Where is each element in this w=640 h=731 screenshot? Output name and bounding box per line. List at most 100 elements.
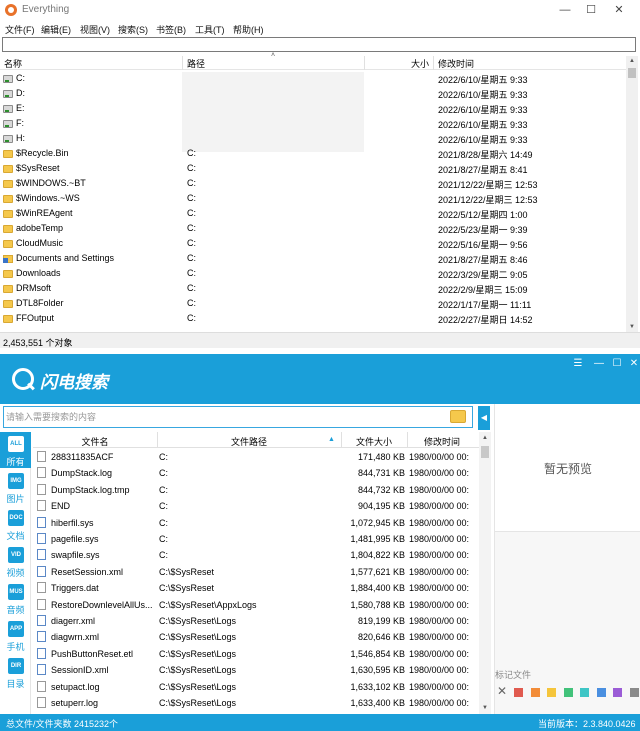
col-name[interactable]: 名称 [4, 57, 22, 70]
table-row[interactable]: setuperr.log C:\$SysReset\Logs 1,633,400 K… [33, 695, 479, 711]
menu-view[interactable]: 视图(V) [80, 23, 110, 36]
item-name: C: [16, 73, 25, 83]
maximize-icon[interactable]: ☐ [576, 2, 606, 18]
list-item[interactable]: DRMsoft C: 2022/2/9/星期三 15:09 [0, 282, 626, 297]
tag-color-1[interactable] [530, 688, 540, 697]
file-icon [37, 451, 46, 462]
file-name: hiberfil.sys [51, 517, 94, 528]
list-item[interactable]: $Recycle.Bin C: 2021/8/28/星期六 14:49 [0, 147, 626, 162]
menu-edit[interactable]: 编辑(E) [41, 23, 71, 36]
file-icon [37, 500, 46, 512]
scroll-thumb[interactable] [481, 446, 489, 458]
menu-help[interactable]: 帮助(H) [233, 23, 264, 36]
item-path: C: [187, 313, 196, 323]
table-row[interactable]: DumpStack.log.tmp C: 844,732 KB 1980/00/00 … [33, 482, 479, 498]
list-item[interactable]: adobeTemp C: 2022/5/23/星期一 9:39 [0, 222, 626, 237]
table-row[interactable]: 288311835ACF C: 171,480 KB 1980/00/00 00: [33, 449, 479, 465]
item-name: $Recycle.Bin [16, 148, 69, 158]
list-item[interactable]: DTL8Folder C: 2022/1/17/星期一 11:11 [0, 297, 626, 312]
table-row[interactable]: PushButtonReset.etl C:\$SysReset\Logs 1,54… [33, 646, 479, 662]
list-item[interactable]: H: 2022/6/10/星期五 9:33 [0, 132, 626, 147]
file-path: C:\$SysReset\Logs [159, 616, 237, 626]
folder-icon[interactable] [450, 410, 466, 423]
everything-logo-icon [5, 4, 17, 16]
scroll-down-icon[interactable]: ▼ [626, 322, 638, 332]
table-row[interactable]: RestoreDownlevelAllUs... C:\$SysReset\App… [33, 597, 479, 613]
list-item[interactable]: C: 2022/6/10/星期五 9:33 [0, 72, 626, 87]
maximize-icon[interactable]: ☐ [609, 358, 625, 372]
category-all[interactable]: ALL 所有 [0, 432, 31, 468]
list-item[interactable]: $WinREAgent C: 2022/5/12/星期四 1:00 [0, 207, 626, 222]
close-icon[interactable]: ✕ [604, 2, 634, 18]
file-name: SessionID.xml [51, 665, 109, 676]
tag-color-6[interactable] [613, 688, 622, 697]
list-item[interactable]: $WINDOWS.~BT C: 2021/12/22/星期三 12:53 [0, 177, 626, 192]
tag-color-3[interactable] [563, 688, 573, 697]
category-vid[interactable]: VID 视频 [0, 543, 31, 579]
table-row[interactable]: diagerr.xml C:\$SysReset\Logs 819,199 KB 19… [33, 613, 479, 629]
file-modified: 1980/00/00 00: [409, 534, 470, 544]
category-doc[interactable]: DOC 文档 [0, 506, 31, 542]
total-count: 总文件/文件夹数 2415232个 [6, 719, 119, 729]
tag-color-2[interactable] [547, 688, 556, 697]
tag-color-4[interactable] [580, 688, 589, 697]
list-item[interactable]: E: 2022/6/10/星期五 9:33 [0, 102, 626, 117]
scroll-up-icon[interactable]: ▲ [626, 56, 638, 66]
close-icon[interactable]: ✕ [626, 358, 640, 372]
list-item[interactable]: FFOutput C: 2022/2/27/星期日 14:52 [0, 312, 626, 327]
tag-color-0[interactable] [514, 688, 523, 697]
col-path[interactable]: 路径 [187, 57, 205, 70]
window-title: Everything [22, 4, 70, 15]
col-filesize[interactable]: 文件大小 [341, 435, 407, 448]
list-item[interactable]: Documents and Settings C: 2021/8/27/星期五 8:… [0, 252, 626, 267]
menu-file[interactable]: 文件(F) [5, 23, 35, 36]
menu-bookmarks[interactable]: 书签(B) [156, 23, 186, 36]
table-row[interactable]: Triggers.dat C:\$SysReset 1,884,400 KB 1980… [33, 580, 479, 596]
tag-color-5[interactable] [596, 688, 606, 697]
list-item[interactable]: D: 2022/6/10/星期五 9:33 [0, 87, 626, 102]
category-img[interactable]: IMG 图片 [0, 469, 31, 505]
table-row[interactable]: END C: 904,195 KB 1980/00/00 00: [33, 498, 479, 514]
table-row[interactable]: DumpStack.log C: 844,731 KB 1980/00/00 00: [33, 465, 479, 481]
scroll-thumb[interactable] [628, 68, 636, 78]
search-input[interactable] [2, 37, 636, 52]
table-row[interactable]: ResetSession.xml C:\$SysReset 1,577,621 KB… [33, 564, 479, 580]
clear-mark-icon[interactable]: ✕ [497, 684, 507, 698]
file-name: DumpStack.log.tmp [51, 484, 130, 495]
category-mus[interactable]: MUS 音频 [0, 580, 31, 616]
list-item[interactable]: F: 2022/6/10/星期五 9:33 [0, 117, 626, 132]
col-modified[interactable]: 修改时间 [407, 435, 477, 448]
file-size: 904,195 KB [357, 501, 405, 512]
menu-icon[interactable]: ☰ [570, 358, 586, 372]
col-modified[interactable]: 修改时间 [438, 57, 474, 70]
category-dir[interactable]: DIR 目录 [0, 654, 31, 690]
col-filename[interactable]: 文件名 [33, 435, 157, 448]
scroll-down-icon[interactable]: ▼ [479, 702, 491, 714]
file-path: C:\$SysReset\AppxLogs [159, 599, 257, 610]
table-row[interactable]: SessionID.xml C:\$SysReset\Logs 1,630,595 … [33, 662, 479, 678]
table-row[interactable]: diagwrn.xml C:\$SysReset\Logs 820,646 KB 19… [33, 629, 479, 645]
col-filepath[interactable]: 文件路径 [157, 435, 341, 448]
category-app[interactable]: APP 手机 [0, 617, 31, 653]
vertical-scrollbar[interactable]: ▲ ▼ [479, 432, 491, 714]
list-item[interactable]: CloudMusic C: 2022/5/16/星期一 9:56 [0, 237, 626, 252]
table-row[interactable]: pagefile.sys C: 1,481,995 KB 1980/00/00 00: [33, 531, 479, 547]
item-path: C: [187, 238, 196, 248]
table-row[interactable]: swapfile.sys C: 1,804,822 KB 1980/00/00 00: [33, 547, 479, 563]
search-input[interactable] [6, 408, 436, 426]
menu-search[interactable]: 搜索(S) [118, 23, 148, 36]
file-modified: 1980/00/00 00: [409, 452, 470, 462]
scroll-up-icon[interactable]: ▲ [479, 432, 491, 444]
collapse-preview-icon[interactable]: ◀ [478, 406, 490, 430]
list-item[interactable]: $Windows.~WS C: 2021/12/22/星期三 12:53 [0, 192, 626, 207]
minimize-icon[interactable]: — [591, 358, 607, 372]
list-item[interactable]: Downloads C: 2022/3/29/星期二 9:05 [0, 267, 626, 282]
table-row[interactable]: setupact.log C:\$SysReset\Logs 1,633,102 K… [33, 679, 479, 695]
tag-color-7[interactable] [629, 688, 639, 697]
menu-tools[interactable]: 工具(T) [195, 23, 225, 36]
category-label: 图片 [6, 494, 25, 504]
list-item[interactable]: $SysReset C: 2021/8/27/星期五 8:41 [0, 162, 626, 177]
table-row[interactable]: hiberfil.sys C: 1,072,945 KB 1980/00/00 00: [33, 515, 479, 531]
col-size[interactable]: 大小 [411, 57, 429, 70]
vertical-scrollbar[interactable]: ▲ ▼ [626, 56, 638, 332]
